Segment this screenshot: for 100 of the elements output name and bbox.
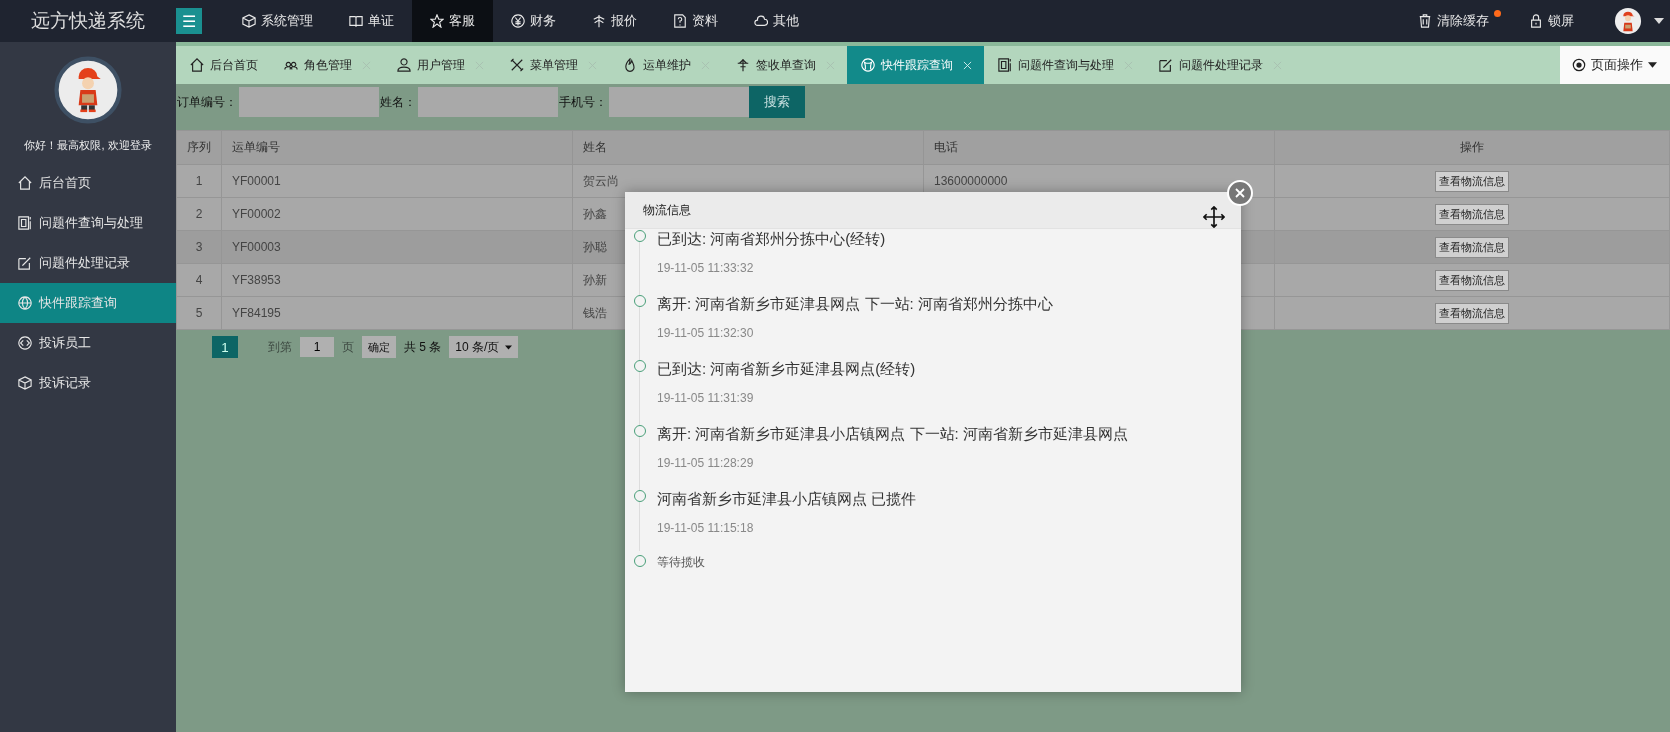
lock-screen-link[interactable]: 锁屏 xyxy=(1529,12,1574,30)
clear-cache-link[interactable]: 清除缓存 xyxy=(1418,12,1501,30)
close-icon xyxy=(1235,188,1245,198)
welcome-text: 你好！最高权限, 欢迎登录 xyxy=(23,138,153,153)
timeline-node xyxy=(634,230,646,242)
table-cell: YF00001 xyxy=(232,174,281,188)
table-cell: 贺云尚 xyxy=(583,173,619,188)
nav-icon xyxy=(430,14,444,28)
table-cell: 孙鑫 xyxy=(583,206,607,221)
confirm-button[interactable]: 确定 xyxy=(362,336,396,358)
event-time: 19-11-05 11:33:32 xyxy=(657,260,755,277)
event-time: 19-11-05 11:15:18 xyxy=(657,520,755,537)
timeline-node xyxy=(634,360,646,372)
tracking-event: 河南省新乡市延津县小店镇网点 已揽件 xyxy=(657,489,918,509)
caret-icon xyxy=(1648,62,1657,68)
nav-item[interactable]: 其他 xyxy=(736,0,817,42)
sidebar-item[interactable]: 快件跟踪查询 xyxy=(0,283,176,323)
tracking-event: 已到达: 河南省郑州分拣中心(经转) xyxy=(657,229,887,249)
sidebar-item[interactable]: 投诉员工 xyxy=(0,323,176,363)
nav-item[interactable]: 资料 xyxy=(655,0,736,42)
timeline-node xyxy=(634,555,646,567)
nav-item[interactable]: 客服 xyxy=(412,0,493,42)
lock-icon xyxy=(1529,14,1543,28)
page-input[interactable]: 1 xyxy=(300,337,334,357)
timeline-node xyxy=(634,490,646,502)
courier-avatar xyxy=(54,56,122,124)
view-logistics-button[interactable]: 查看物流信息 xyxy=(1435,302,1509,324)
user-avatar[interactable] xyxy=(1614,7,1642,35)
nav-item[interactable]: 报价 xyxy=(574,0,655,42)
sidebar-item[interactable]: 问题件查询与处理 xyxy=(0,203,176,243)
table-cell: YF00002 xyxy=(232,207,281,221)
column-header: 操作 xyxy=(1274,130,1670,165)
trash-icon xyxy=(1418,14,1432,28)
column-header: 运单编号 xyxy=(221,130,573,165)
search-field[interactable] xyxy=(418,87,558,117)
table-cell: YF84195 xyxy=(232,306,281,320)
view-logistics-button[interactable]: 查看物流信息 xyxy=(1435,236,1509,258)
page-tab[interactable]: 角色管理 xyxy=(270,46,383,84)
caret-icon[interactable] xyxy=(1654,18,1664,24)
search-button[interactable]: 搜索 xyxy=(749,86,805,118)
field-label: 订单编号： xyxy=(176,93,238,111)
nav-icon xyxy=(592,14,606,28)
sidebar-item[interactable]: 后台首页 xyxy=(0,163,176,203)
menu-button[interactable]: ☰ xyxy=(176,8,202,34)
nav-item[interactable]: 单证 xyxy=(331,0,412,42)
column-header: 姓名 xyxy=(572,130,924,165)
page-tab[interactable]: 问题件处理记录 xyxy=(1145,46,1294,84)
menu-item-icon xyxy=(18,176,32,190)
nav-icon xyxy=(511,14,525,28)
radio-icon xyxy=(1572,58,1586,72)
view-logistics-button[interactable]: 查看物流信息 xyxy=(1435,170,1509,192)
tracking-event: 已到达: 河南省新乡市延津县网点(经转) xyxy=(657,359,917,379)
tab-icon xyxy=(998,58,1012,72)
page-tab[interactable]: 后台首页 xyxy=(176,46,270,84)
page-tab[interactable]: 菜单管理 xyxy=(496,46,609,84)
timeline-node xyxy=(634,295,646,307)
timeline-node xyxy=(634,425,646,437)
table-cell: 13600000000 xyxy=(934,174,1008,188)
page-actions-button[interactable]: 页面操作 xyxy=(1560,46,1670,84)
menu-item-icon xyxy=(18,216,32,230)
page-number-button[interactable]: 1 xyxy=(212,336,238,358)
tracking-event: 离开: 河南省新乡市延津县小店镇网点 下一站: 河南省新乡市延津县网点 xyxy=(657,424,1129,444)
column-header: 序列 xyxy=(176,130,222,165)
table-cell: 4 xyxy=(195,273,203,287)
page-tab[interactable]: 运单维护 xyxy=(609,46,722,84)
table-cell: 2 xyxy=(195,207,203,221)
view-logistics-button[interactable]: 查看物流信息 xyxy=(1435,203,1509,225)
tab-icon xyxy=(623,58,637,72)
table-cell: YF00003 xyxy=(232,240,281,254)
tab-icon xyxy=(190,58,204,72)
menu-item-icon xyxy=(18,256,32,270)
app-logo: 远方快递系统 xyxy=(30,9,146,33)
dialog-title: 物流信息 xyxy=(643,201,691,219)
event-time: 19-11-05 11:32:30 xyxy=(657,325,755,342)
search-field[interactable] xyxy=(239,87,379,117)
page-tab[interactable]: 用户管理 xyxy=(383,46,496,84)
table-cell: YF38953 xyxy=(232,273,281,287)
field-label: 手机号： xyxy=(558,93,608,111)
page-tab[interactable]: 快件跟踪查询 xyxy=(847,46,984,84)
nav-item[interactable]: 系统管理 xyxy=(224,0,331,42)
page-tab[interactable]: 签收单查询 xyxy=(722,46,847,84)
page-tab[interactable]: 问题件查询与处理 xyxy=(984,46,1145,84)
nav-item[interactable]: 财务 xyxy=(493,0,574,42)
menu-item-icon xyxy=(18,296,32,310)
field-label: 姓名： xyxy=(379,93,417,111)
move-icon[interactable] xyxy=(1203,206,1225,228)
table-cell: 3 xyxy=(195,240,203,254)
sidebar-item[interactable]: 问题件处理记录 xyxy=(0,243,176,283)
sidebar-item[interactable]: 投诉记录 xyxy=(0,363,176,403)
tab-icon xyxy=(510,58,524,72)
nav-icon xyxy=(754,14,768,28)
tab-icon xyxy=(736,58,750,72)
table-cell: 钱浩 xyxy=(583,305,607,320)
page-size-select[interactable]: 10 条/页 xyxy=(449,336,519,358)
view-logistics-button[interactable]: 查看物流信息 xyxy=(1435,269,1509,291)
table-cell: 孙聪 xyxy=(583,239,607,254)
search-field[interactable] xyxy=(609,87,749,117)
tracking-event: 离开: 河南省新乡市延津县网点 下一站: 河南省郑州分拣中心 xyxy=(657,294,1054,314)
page-unit-label: 页 xyxy=(342,338,354,356)
tab-icon xyxy=(397,58,411,72)
